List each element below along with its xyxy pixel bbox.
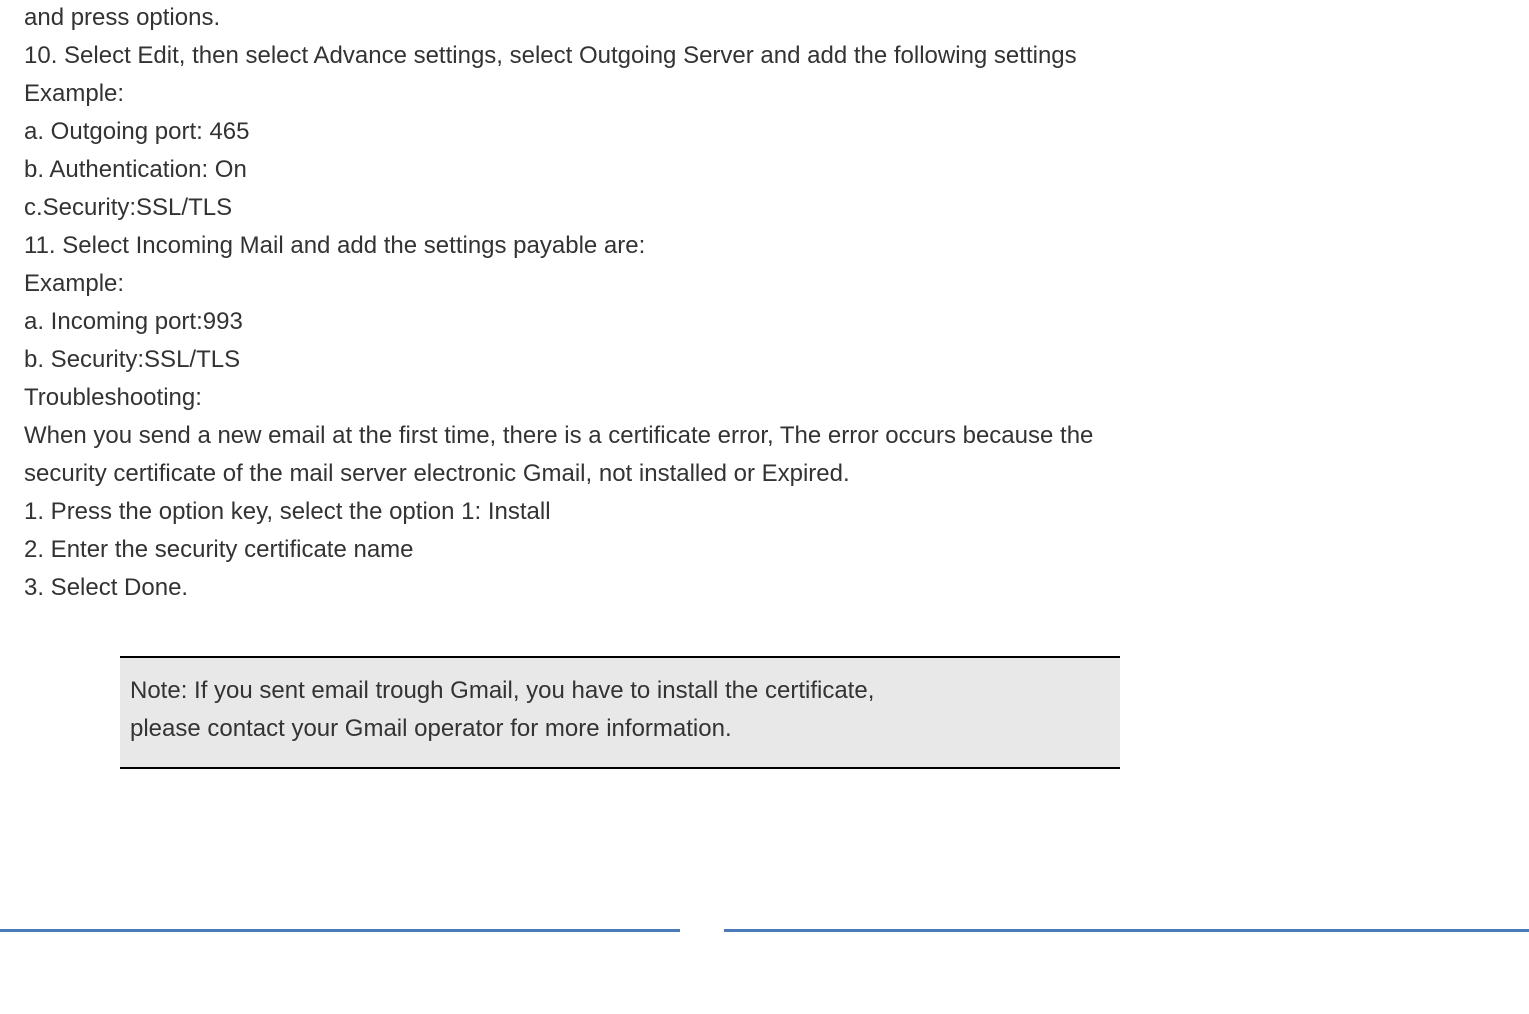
text-line: Troubleshooting: xyxy=(24,380,1505,416)
text-line: Example: xyxy=(24,76,1505,112)
text-line: and press options. xyxy=(24,0,1505,36)
text-line: b. Authentication: On xyxy=(24,152,1505,188)
text-line: Example: xyxy=(24,266,1505,302)
note-line: please contact your Gmail operator for m… xyxy=(130,710,1110,748)
text-line: c.Security:SSL/TLS xyxy=(24,190,1505,226)
text-line: 11. Select Incoming Mail and add the set… xyxy=(24,228,1505,264)
footer-divider-right xyxy=(724,929,1529,932)
text-line: b. Security:SSL/TLS xyxy=(24,342,1505,378)
text-line: security certificate of the mail server … xyxy=(24,456,1505,492)
text-line: a. Outgoing port: 465 xyxy=(24,114,1505,150)
document-body: and press options. 10. Select Edit, then… xyxy=(24,0,1505,606)
note-callout: Note: If you sent email trough Gmail, yo… xyxy=(120,656,1120,769)
footer-divider xyxy=(24,929,1505,935)
note-line: Note: If you sent email trough Gmail, yo… xyxy=(130,672,1110,710)
text-line: 2. Enter the security certificate name xyxy=(24,532,1505,568)
text-line: When you send a new email at the first t… xyxy=(24,418,1505,454)
footer-divider-left xyxy=(0,929,680,932)
text-line: 1. Press the option key, select the opti… xyxy=(24,494,1505,530)
text-line: a. Incoming port:993 xyxy=(24,304,1505,340)
text-line: 3. Select Done. xyxy=(24,570,1505,606)
text-line: 10. Select Edit, then select Advance set… xyxy=(24,38,1505,74)
